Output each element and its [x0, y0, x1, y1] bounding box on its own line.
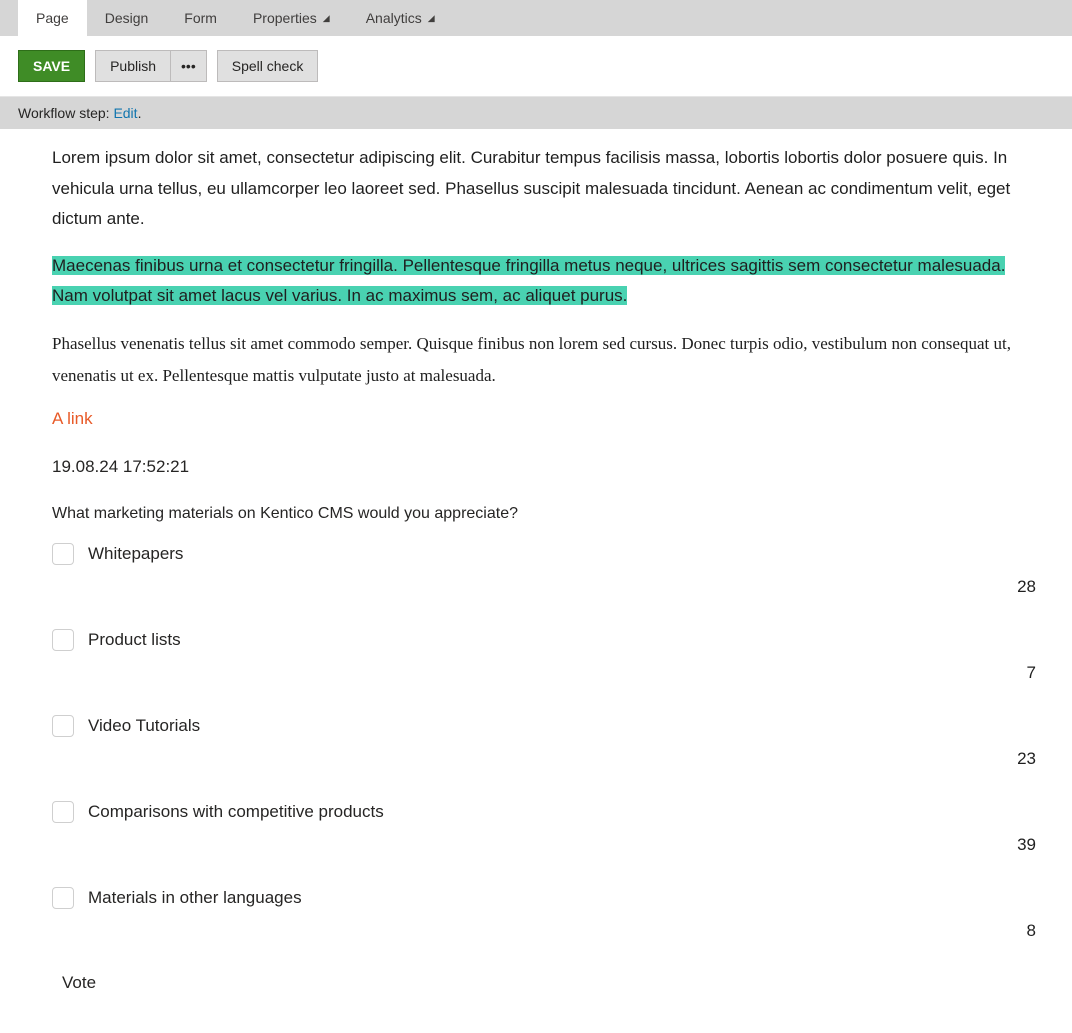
spellcheck-button[interactable]: Spell check	[217, 50, 319, 82]
poll-option: Whitepapers 28	[52, 543, 1042, 617]
poll-option: Video Tutorials 23	[52, 715, 1042, 789]
paragraph-2: Maecenas finibus urna et consectetur fri…	[52, 251, 1042, 312]
ellipsis-icon: •••	[181, 58, 196, 74]
content-link[interactable]: A link	[52, 409, 93, 429]
tab-properties[interactable]: Properties ◢	[235, 0, 348, 36]
poll-option-label: Comparisons with competitive products	[88, 802, 384, 822]
tab-label: Design	[105, 10, 149, 26]
workflow-bar: Workflow step: Edit.	[0, 97, 1072, 129]
more-actions-button[interactable]: •••	[171, 50, 207, 82]
save-button[interactable]: SAVE	[18, 50, 85, 82]
poll-checkbox[interactable]	[52, 629, 74, 651]
tab-form[interactable]: Form	[166, 0, 235, 36]
publish-group: Publish •••	[95, 50, 207, 82]
poll-option-label: Product lists	[88, 630, 181, 650]
tab-label: Form	[184, 10, 217, 26]
poll-question: What marketing materials on Kentico CMS …	[52, 505, 1042, 523]
tab-label: Properties	[253, 10, 317, 26]
tab-design[interactable]: Design	[87, 0, 167, 36]
tab-label: Analytics	[366, 10, 422, 26]
poll-option: Comparisons with competitive products 39	[52, 801, 1042, 875]
poll-option: Product lists 7	[52, 629, 1042, 703]
poll-checkbox[interactable]	[52, 801, 74, 823]
poll-checkbox[interactable]	[52, 715, 74, 737]
paragraph-1: Lorem ipsum dolor sit amet, consectetur …	[52, 143, 1042, 235]
vote-button[interactable]: Vote	[62, 973, 1042, 993]
workflow-step-link[interactable]: Edit	[113, 105, 137, 121]
chevron-down-icon: ◢	[428, 13, 435, 24]
poll-option-label: Video Tutorials	[88, 716, 200, 736]
poll-option-label: Whitepapers	[88, 544, 183, 564]
page-content: Lorem ipsum dolor sit amet, consectetur …	[0, 129, 1060, 1033]
poll-count: 39	[52, 823, 1042, 875]
poll-option-label: Materials in other languages	[88, 888, 302, 908]
tab-label: Page	[36, 10, 69, 26]
toolbar: SAVE Publish ••• Spell check	[0, 36, 1072, 97]
workflow-prefix: Workflow step:	[18, 105, 113, 121]
highlighted-text: Maecenas finibus urna et consectetur fri…	[52, 256, 1005, 306]
publish-button[interactable]: Publish	[95, 50, 171, 82]
paragraph-3: Phasellus venenatis tellus sit amet comm…	[52, 328, 1042, 393]
poll-checkbox[interactable]	[52, 543, 74, 565]
poll-count: 23	[52, 737, 1042, 789]
tab-page[interactable]: Page	[18, 0, 87, 36]
poll-count: 28	[52, 565, 1042, 617]
chevron-down-icon: ◢	[323, 13, 330, 24]
poll-count: 8	[52, 909, 1042, 961]
workflow-suffix: .	[138, 105, 142, 121]
tab-bar: Page Design Form Properties ◢ Analytics …	[0, 0, 1072, 36]
tab-analytics[interactable]: Analytics ◢	[348, 0, 453, 36]
poll-option: Materials in other languages 8	[52, 887, 1042, 961]
poll-count: 7	[52, 651, 1042, 703]
poll-checkbox[interactable]	[52, 887, 74, 909]
timestamp: 19.08.24 17:52:21	[52, 457, 1042, 477]
